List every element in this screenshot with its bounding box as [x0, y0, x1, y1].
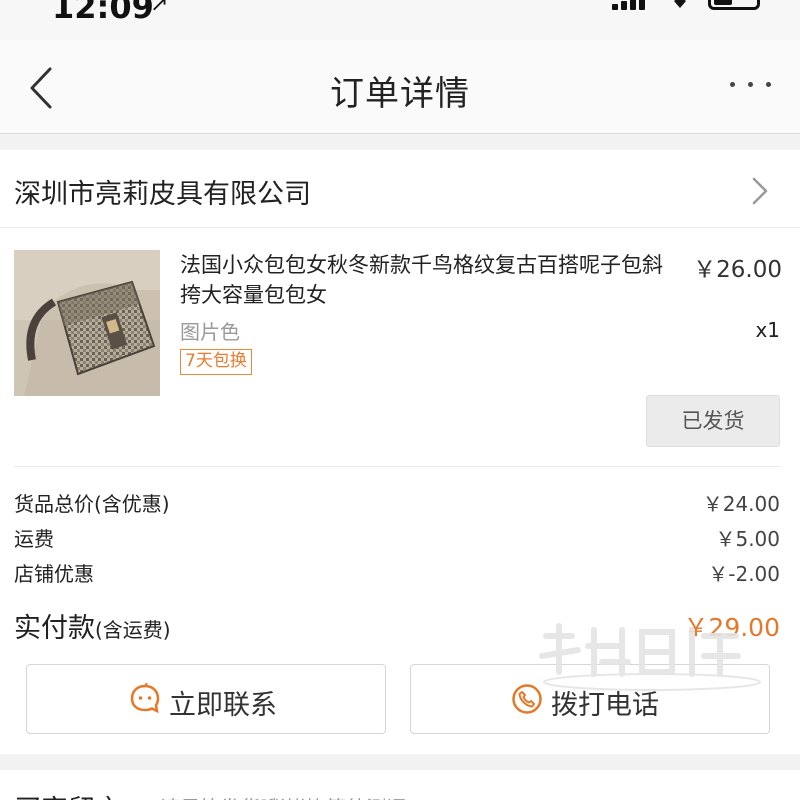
shop-row[interactable]: 深圳市亮莉皮具有限公司	[0, 150, 800, 228]
cost-label: 店铺优惠	[14, 562, 94, 586]
wifi-icon	[674, 0, 686, 8]
cellular-signal-icon	[612, 0, 652, 10]
cost-value: ￥24.00	[702, 492, 780, 516]
total-label: 实付款(含运费)	[14, 606, 171, 645]
product-image[interactable]	[14, 250, 160, 396]
contact-seller-label: 立即联系	[169, 690, 277, 721]
cost-value: ￥-2.00	[708, 562, 780, 586]
buyer-message-section: 买家留言 请尽快发货哦谢谢 等待测评	[0, 770, 800, 800]
contact-seller-button[interactable]: 立即联系	[26, 664, 386, 734]
chat-bubble-icon	[130, 683, 160, 714]
call-seller-button[interactable]: 拨打电话	[410, 664, 770, 734]
return-policy-badge: 7天包换	[180, 349, 252, 375]
product-price: ￥26.00	[693, 257, 782, 283]
product-quantity: x1	[755, 318, 780, 342]
order-card: 深圳市亮莉皮具有限公司 法国小众包包女秋冬新款千鸟格纹复古百搭呢子包斜挎大容量包	[0, 150, 800, 754]
more-options-icon[interactable]	[728, 74, 778, 94]
total-label-text: 实付款	[14, 613, 95, 644]
chevron-right-icon	[752, 177, 768, 205]
call-seller-label: 拨打电话	[551, 690, 659, 721]
cost-label: 货品总价(含优惠)	[14, 492, 170, 516]
total-label-note: (含运费)	[95, 618, 171, 642]
buyer-message-title: 买家留言	[14, 788, 122, 800]
product-title[interactable]: 法国小众包包女秋冬新款千鸟格纹复古百搭呢子包斜挎大容量包包女	[180, 250, 680, 310]
product-variant: 图片色	[180, 320, 240, 344]
status-bar: 12:09 ↗	[0, 0, 800, 40]
cost-row-shop-discount: 店铺优惠 ￥-2.00	[14, 558, 780, 588]
divider	[14, 466, 780, 467]
location-arrow-icon: ↗	[150, 0, 169, 17]
shipped-status-button[interactable]: 已发货	[646, 395, 780, 447]
navigation-bar: 订单详情	[0, 40, 800, 134]
status-time: 12:09	[52, 0, 154, 26]
phone-icon	[512, 684, 542, 714]
cost-row-shipping: 运费 ￥5.00	[14, 523, 780, 553]
cost-value: ￥5.00	[715, 527, 780, 551]
cost-label: 运费	[14, 527, 54, 551]
battery-icon	[708, 0, 760, 10]
buyer-message-text: 请尽快发货哦谢谢 等待测评	[160, 792, 406, 800]
page-title: 订单详情	[330, 74, 470, 114]
total-value: ￥29.00	[683, 613, 780, 642]
shop-name: 深圳市亮莉皮具有限公司	[14, 179, 311, 210]
cost-row-subtotal: 货品总价(含优惠) ￥24.00	[14, 488, 780, 518]
